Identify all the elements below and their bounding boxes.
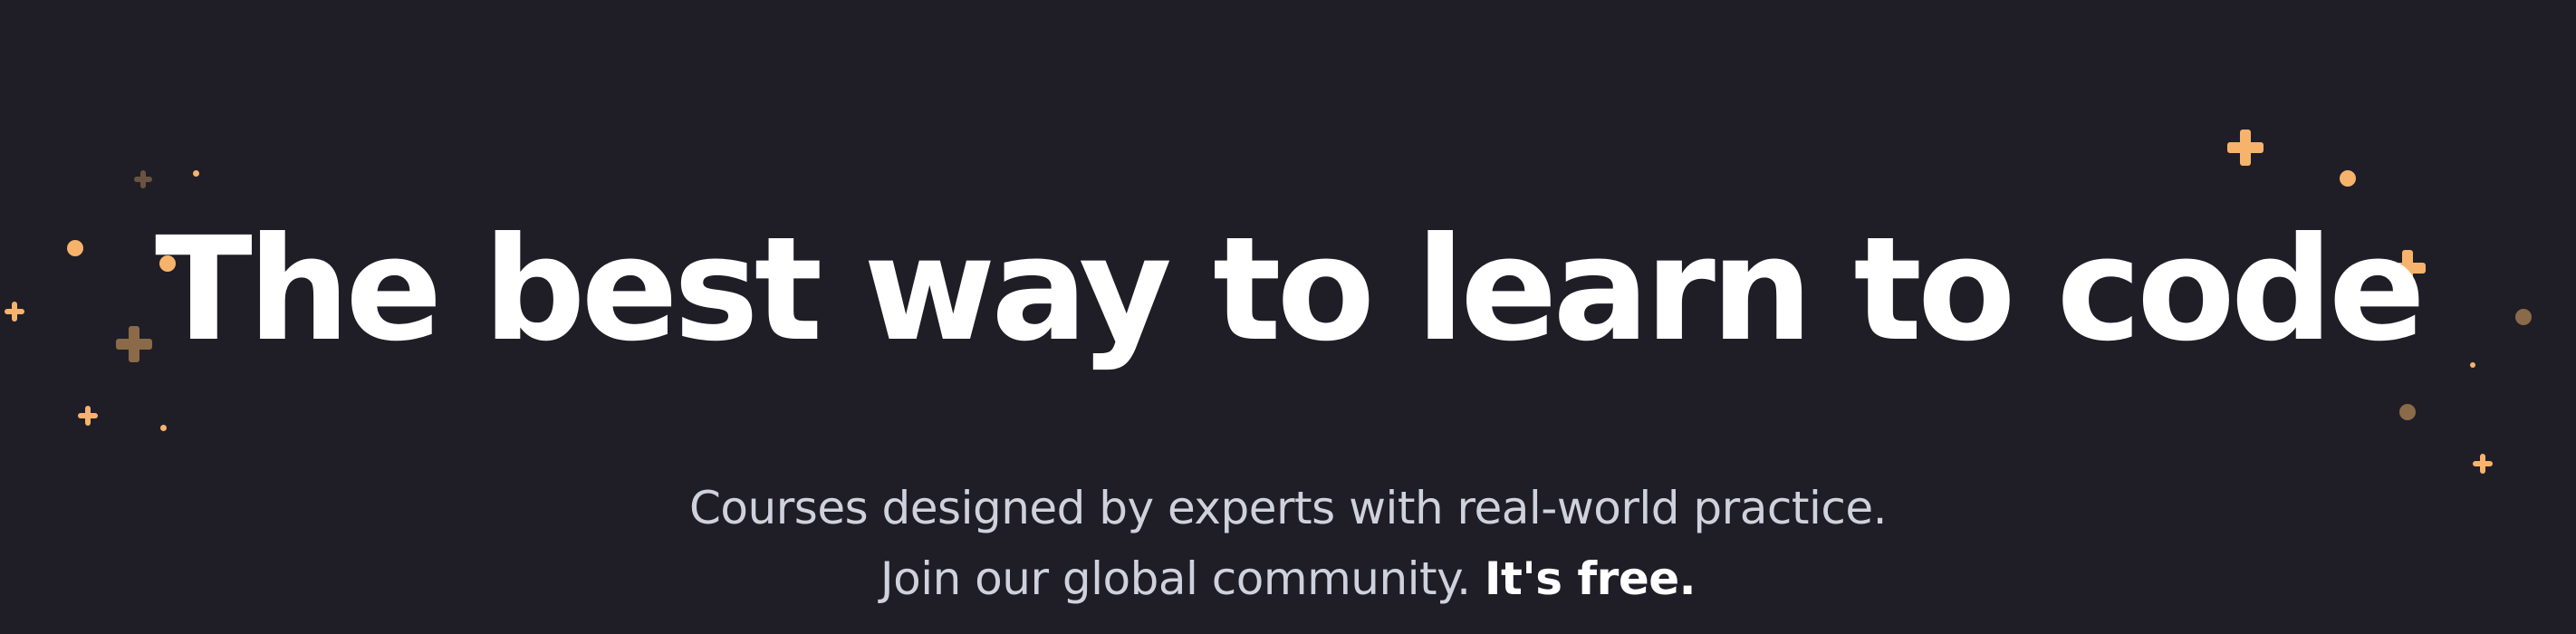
sparkle-cross-icon [2227, 130, 2264, 166]
sparkle-dot-icon [2340, 170, 2356, 187]
sparkle-dot-icon [193, 170, 199, 177]
subtitle-line-1: Courses designed by experts with real-wo… [689, 482, 1887, 534]
subtitle-line-2: Join our global community. It's free. [0, 543, 2576, 614]
sparkle-cross-icon [134, 170, 152, 188]
subtitle-free-emphasis: It's free. [1484, 552, 1697, 605]
subtitle-community-text: Join our global community. [879, 552, 1471, 605]
hero-headline: The best way to learn to code [155, 207, 2426, 373]
sparkle-cross-icon [2473, 454, 2493, 474]
sparkle-cross-icon [78, 406, 98, 426]
sparkle-dot-icon [2399, 404, 2416, 420]
sparkle-dot-icon [160, 425, 167, 431]
hero-subtitle: Courses designed by experts with real-wo… [0, 473, 2576, 614]
hero-section: The best way to learn to code Courses de… [0, 0, 2576, 634]
